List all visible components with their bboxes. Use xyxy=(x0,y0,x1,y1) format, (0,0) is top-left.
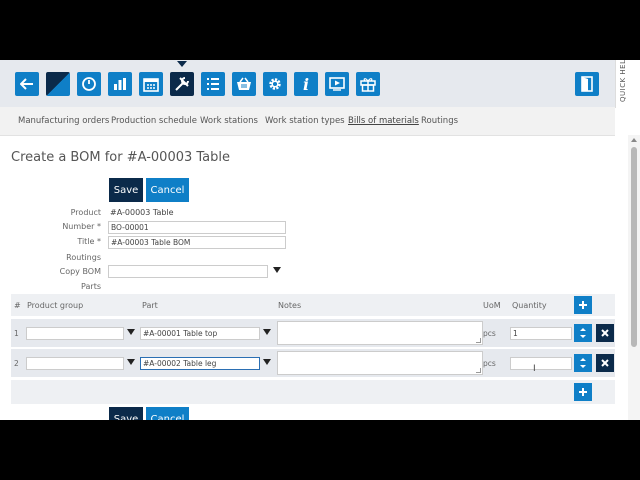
copy-bom-label: Copy BOM xyxy=(59,267,101,276)
quick-help-label: QUICK HELP xyxy=(619,60,627,102)
quantity-field[interactable] xyxy=(510,357,572,370)
exit-door-icon[interactable] xyxy=(575,72,599,96)
quantity-field[interactable]: 1 xyxy=(510,327,572,340)
letterbox-bottom xyxy=(0,420,640,480)
product-group-select[interactable] xyxy=(26,327,124,340)
add-row-bottom-button[interactable] xyxy=(574,383,592,401)
nav-work-station-types[interactable]: Work station types xyxy=(265,116,345,126)
part-select[interactable]: #A-00002 Table leg xyxy=(140,357,260,370)
up-down-arrows-icon xyxy=(580,358,586,368)
col-part: Part xyxy=(142,301,158,310)
row-number: 1 xyxy=(14,329,19,338)
nav-production-schedule[interactable]: Production schedule xyxy=(111,116,197,126)
notes-textarea[interactable] xyxy=(277,351,483,375)
plus-icon xyxy=(579,388,587,396)
plus-icon xyxy=(579,301,587,309)
routings-label: Routings xyxy=(66,253,101,262)
part-select[interactable]: #A-00001 Table top xyxy=(140,327,260,340)
page-scrollbar[interactable] xyxy=(628,135,640,420)
nav-bills-of-materials[interactable]: Bills of materials xyxy=(348,116,419,126)
add-row-button[interactable] xyxy=(574,296,592,314)
cancel-button-bottom[interactable]: Cancel xyxy=(146,407,189,420)
save-button-bottom[interactable]: Save xyxy=(109,407,143,420)
save-button[interactable]: Save xyxy=(109,178,143,202)
product-label: Product xyxy=(70,208,101,217)
app-window: i QUICK HELP Manufacturing orders Produc… xyxy=(0,60,640,420)
nav-work-stations[interactable]: Work stations xyxy=(200,116,258,126)
number-field[interactable]: BO-00001 xyxy=(108,221,286,234)
list-icon[interactable] xyxy=(201,72,225,96)
close-icon xyxy=(601,359,609,367)
main-toolbar: i xyxy=(0,60,615,107)
chevron-down-icon[interactable] xyxy=(263,329,271,335)
row-number: 2 xyxy=(14,359,19,368)
product-group-select[interactable] xyxy=(26,357,124,370)
col-uom: UoM xyxy=(483,301,501,310)
parts-table-header: # Product group Part Notes UoM Quantity xyxy=(11,294,615,316)
tools-icon[interactable] xyxy=(170,72,194,96)
info-icon[interactable]: i xyxy=(294,72,318,96)
calendar-icon[interactable] xyxy=(139,72,163,96)
close-icon xyxy=(601,329,609,337)
delete-row-button[interactable] xyxy=(596,354,614,372)
up-down-arrows-icon xyxy=(580,328,586,338)
number-label: Number * xyxy=(62,222,101,231)
table-row: 1 #A-00001 Table top pcs 1 xyxy=(11,319,615,347)
col-quantity: Quantity xyxy=(512,301,547,310)
table-row: 2 #A-00002 Table leg pcs xyxy=(11,349,615,377)
back-arrow-icon[interactable] xyxy=(15,72,39,96)
resize-handle-icon[interactable] xyxy=(476,368,481,373)
chevron-down-icon[interactable] xyxy=(127,329,135,335)
page-title: Create a BOM for #A-00003 Table xyxy=(11,150,231,165)
notes-textarea[interactable] xyxy=(277,321,483,345)
nav-manufacturing-orders[interactable]: Manufacturing orders xyxy=(18,116,109,126)
active-indicator xyxy=(177,61,187,67)
title-field[interactable]: #A-00003 Table BOM xyxy=(108,236,286,249)
play-screen-icon[interactable] xyxy=(325,72,349,96)
delete-row-button[interactable] xyxy=(596,324,614,342)
col-number: # xyxy=(14,301,21,310)
scroll-thumb[interactable] xyxy=(631,147,637,347)
chevron-down-icon[interactable] xyxy=(263,359,271,365)
gear-icon[interactable] xyxy=(263,72,287,96)
uom-value: pcs xyxy=(483,359,496,368)
quick-help-tab[interactable]: QUICK HELP xyxy=(615,60,640,108)
nav-routings[interactable]: Routings xyxy=(421,116,458,126)
reorder-handle[interactable] xyxy=(574,324,592,342)
sub-navigation: Manufacturing orders Production schedule… xyxy=(0,107,615,136)
parts-table-footer xyxy=(11,380,615,404)
cancel-button[interactable]: Cancel xyxy=(146,178,189,202)
scroll-up-arrow-icon[interactable] xyxy=(631,138,637,142)
gift-icon[interactable] xyxy=(356,72,380,96)
bar-chart-icon[interactable] xyxy=(108,72,132,96)
copy-bom-select[interactable] xyxy=(108,265,268,278)
col-notes: Notes xyxy=(278,301,302,310)
logo-icon[interactable] xyxy=(46,72,70,96)
col-product-group: Product group xyxy=(27,301,84,310)
text-cursor-icon: Ι xyxy=(533,364,536,374)
chevron-down-icon[interactable] xyxy=(273,267,281,273)
basket-icon[interactable] xyxy=(232,72,256,96)
reorder-handle[interactable] xyxy=(574,354,592,372)
uom-value: pcs xyxy=(483,329,496,338)
title-label: Title * xyxy=(77,237,101,246)
product-value: #A-00003 Table xyxy=(110,208,174,217)
resize-handle-icon[interactable] xyxy=(476,338,481,343)
chevron-down-icon[interactable] xyxy=(127,359,135,365)
parts-label: Parts xyxy=(81,282,101,291)
speedometer-icon[interactable] xyxy=(77,72,101,96)
